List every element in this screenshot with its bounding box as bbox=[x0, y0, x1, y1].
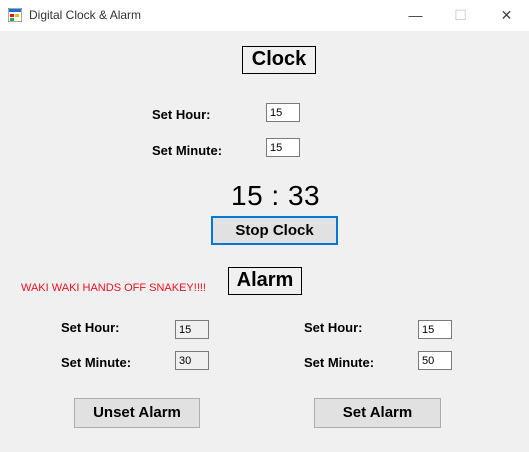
clock-heading: Clock bbox=[242, 46, 316, 74]
unset-alarm-button[interactable]: Unset Alarm bbox=[74, 398, 200, 428]
alarm-hour-input[interactable]: 15 bbox=[418, 320, 452, 339]
alarm-current-minute-label: Set Minute: bbox=[61, 355, 132, 370]
clock-hour-input[interactable]: 15 bbox=[266, 103, 300, 122]
maximize-button[interactable]: ☐ bbox=[438, 0, 483, 31]
time-display: 15 : 33 bbox=[231, 180, 321, 211]
alarm-current-hour-field: 15 bbox=[175, 320, 209, 339]
alarm-minute-input[interactable]: 50 bbox=[418, 351, 452, 370]
app-window-icon bbox=[8, 8, 22, 22]
stop-clock-button[interactable]: Stop Clock bbox=[211, 216, 338, 245]
clock-set-hour-label: Set Hour: bbox=[152, 107, 211, 122]
window-title: Digital Clock & Alarm bbox=[29, 8, 142, 22]
close-button[interactable]: ✕ bbox=[484, 0, 529, 31]
alarm-current-minute-field: 30 bbox=[175, 351, 209, 370]
clock-minute-input[interactable]: 15 bbox=[266, 138, 300, 157]
alarm-current-hour-label: Set Hour: bbox=[61, 320, 120, 335]
alarm-message: WAKI WAKI HANDS OFF SNAKEY!!!! bbox=[21, 282, 206, 294]
set-alarm-button[interactable]: Set Alarm bbox=[314, 398, 441, 428]
alarm-new-hour-label: Set Hour: bbox=[304, 320, 363, 335]
alarm-heading: Alarm bbox=[228, 267, 302, 295]
clock-set-minute-label: Set Minute: bbox=[152, 143, 223, 158]
minimize-button[interactable]: — bbox=[393, 0, 438, 31]
alarm-new-minute-label: Set Minute: bbox=[304, 355, 375, 370]
title-bar: Digital Clock & Alarm — ☐ ✕ bbox=[0, 0, 529, 31]
